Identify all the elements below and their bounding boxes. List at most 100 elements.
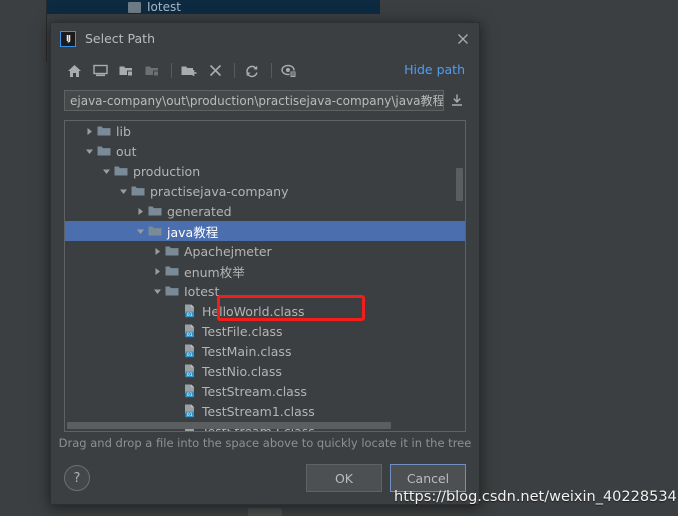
screen: Iotest IJ Select Path Hide path ejava-co… [0,0,678,516]
tree-row-label: TestFile.class [202,323,283,339]
background-fill [0,0,46,516]
tree-row[interactable]: 01 HelloWorld.class [65,301,465,321]
tree-row[interactable]: 01 TestStream1.class [65,401,465,421]
show-hidden-icon[interactable] [278,60,300,82]
tree-row[interactable]: out [65,141,465,161]
tree-row-label: lib [116,123,131,139]
svg-text:01: 01 [186,312,192,318]
tree-row-label: java教程 [167,224,219,240]
chevron-right-icon[interactable] [82,121,96,141]
chevron-right-icon[interactable] [150,261,164,281]
tree-row-label: practisejava-company [150,183,289,199]
tree-row-label: TestStream.class [202,383,307,399]
tree-row-label: TestMain.class [202,343,292,359]
tree-row-label: enum枚举 [184,264,245,280]
help-button[interactable]: ? [64,465,90,491]
toolbar-separator [234,63,235,78]
tree-row-label: TestStream1.class [202,403,315,419]
tree-row-label: out [116,143,137,159]
background-divider [46,0,47,62]
chevron-down-icon[interactable] [82,141,96,161]
folder-module-icon[interactable] [141,60,163,82]
tree-row[interactable]: Iotest [65,281,465,301]
folder-icon [164,281,179,301]
tree-row[interactable]: java教程 [65,221,465,241]
folder-icon [96,121,111,141]
tree-row[interactable]: 01 TestStream.class [65,381,465,401]
svg-text:01: 01 [186,392,192,398]
new-folder-icon[interactable] [178,60,200,82]
folder-icon [164,241,179,261]
background-row-label: Iotest [147,0,181,14]
folder-icon [113,161,128,181]
tree-row[interactable]: generated [65,201,465,221]
path-input[interactable]: ejava-company\out\production\practisejav… [64,89,445,111]
tree-row[interactable]: 01 TestFile.class [65,321,465,341]
background-bottom-nub [248,508,282,516]
chevron-down-icon[interactable] [133,221,147,241]
desktop-icon[interactable] [89,60,111,82]
toolbar-separator [171,63,172,78]
tree-row-label: HelloWorld.class [202,303,305,319]
tree-row[interactable]: practisejava-company [65,181,465,201]
delete-icon[interactable] [204,60,226,82]
java-class-file-icon: 01 [182,381,197,401]
ok-button[interactable]: OK [306,464,382,492]
tree-row-label: Iotest [184,283,220,299]
folder-icon [128,1,141,13]
home-icon[interactable] [63,60,85,82]
vertical-scrollbar-thumb[interactable] [456,168,463,201]
tree-row-label: production [133,163,201,179]
svg-text:01: 01 [186,352,192,358]
folder-project-icon[interactable] [115,60,137,82]
java-class-file-icon: 01 [182,401,197,421]
hide-path-link[interactable]: Hide path [404,62,465,77]
file-tree[interactable]: lib out production practisejava-company gene… [65,121,465,431]
background-tree-row[interactable]: Iotest [46,0,380,14]
drag-drop-hint: Drag and drop a file into the space abov… [58,436,472,450]
dialog-title: Select Path [85,31,155,46]
folder-icon [147,221,162,241]
close-icon[interactable] [454,30,471,47]
java-class-file-icon: 01 [182,341,197,361]
java-class-file-icon: 01 [182,301,197,321]
chevron-down-icon[interactable] [150,281,164,301]
folder-icon [164,261,179,281]
download-icon[interactable] [447,90,467,111]
tree-row[interactable]: production [65,161,465,181]
folder-icon [96,141,111,161]
folder-icon [130,181,145,201]
svg-text:01: 01 [186,332,192,338]
chevron-down-icon[interactable] [116,181,130,201]
svg-text:01: 01 [186,372,192,378]
tree-row[interactable]: enum枚举 [65,261,465,281]
chevron-down-icon[interactable] [99,161,113,181]
tree-row[interactable]: lib [65,121,465,141]
tree-row[interactable]: 01 TestNio.class [65,361,465,381]
dialog-toolbar: Hide path [51,54,479,87]
intellij-idea-icon: IJ [60,30,76,47]
path-row: ejava-company\out\production\practisejav… [51,87,479,113]
tree-row[interactable]: 01 TestMain.class [65,341,465,361]
horizontal-scrollbar-thumb[interactable] [67,422,391,429]
svg-text:01: 01 [186,412,192,418]
dialog-titlebar: IJ Select Path [51,23,479,54]
file-tree-panel: lib out production practisejava-company gene… [64,120,466,432]
java-class-file-icon: 01 [182,321,197,341]
horizontal-scrollbar[interactable] [66,421,455,430]
folder-icon [147,201,162,221]
chevron-right-icon[interactable] [133,201,147,221]
chevron-right-icon[interactable] [150,241,164,261]
select-path-dialog: IJ Select Path Hide path ejava-company\o… [50,22,480,505]
tree-row[interactable]: Apachejmeter [65,241,465,261]
vertical-scrollbar[interactable] [455,122,464,421]
tree-row-label: Apachejmeter [184,243,272,259]
refresh-icon[interactable] [241,60,263,82]
cancel-button[interactable]: Cancel [390,464,466,492]
